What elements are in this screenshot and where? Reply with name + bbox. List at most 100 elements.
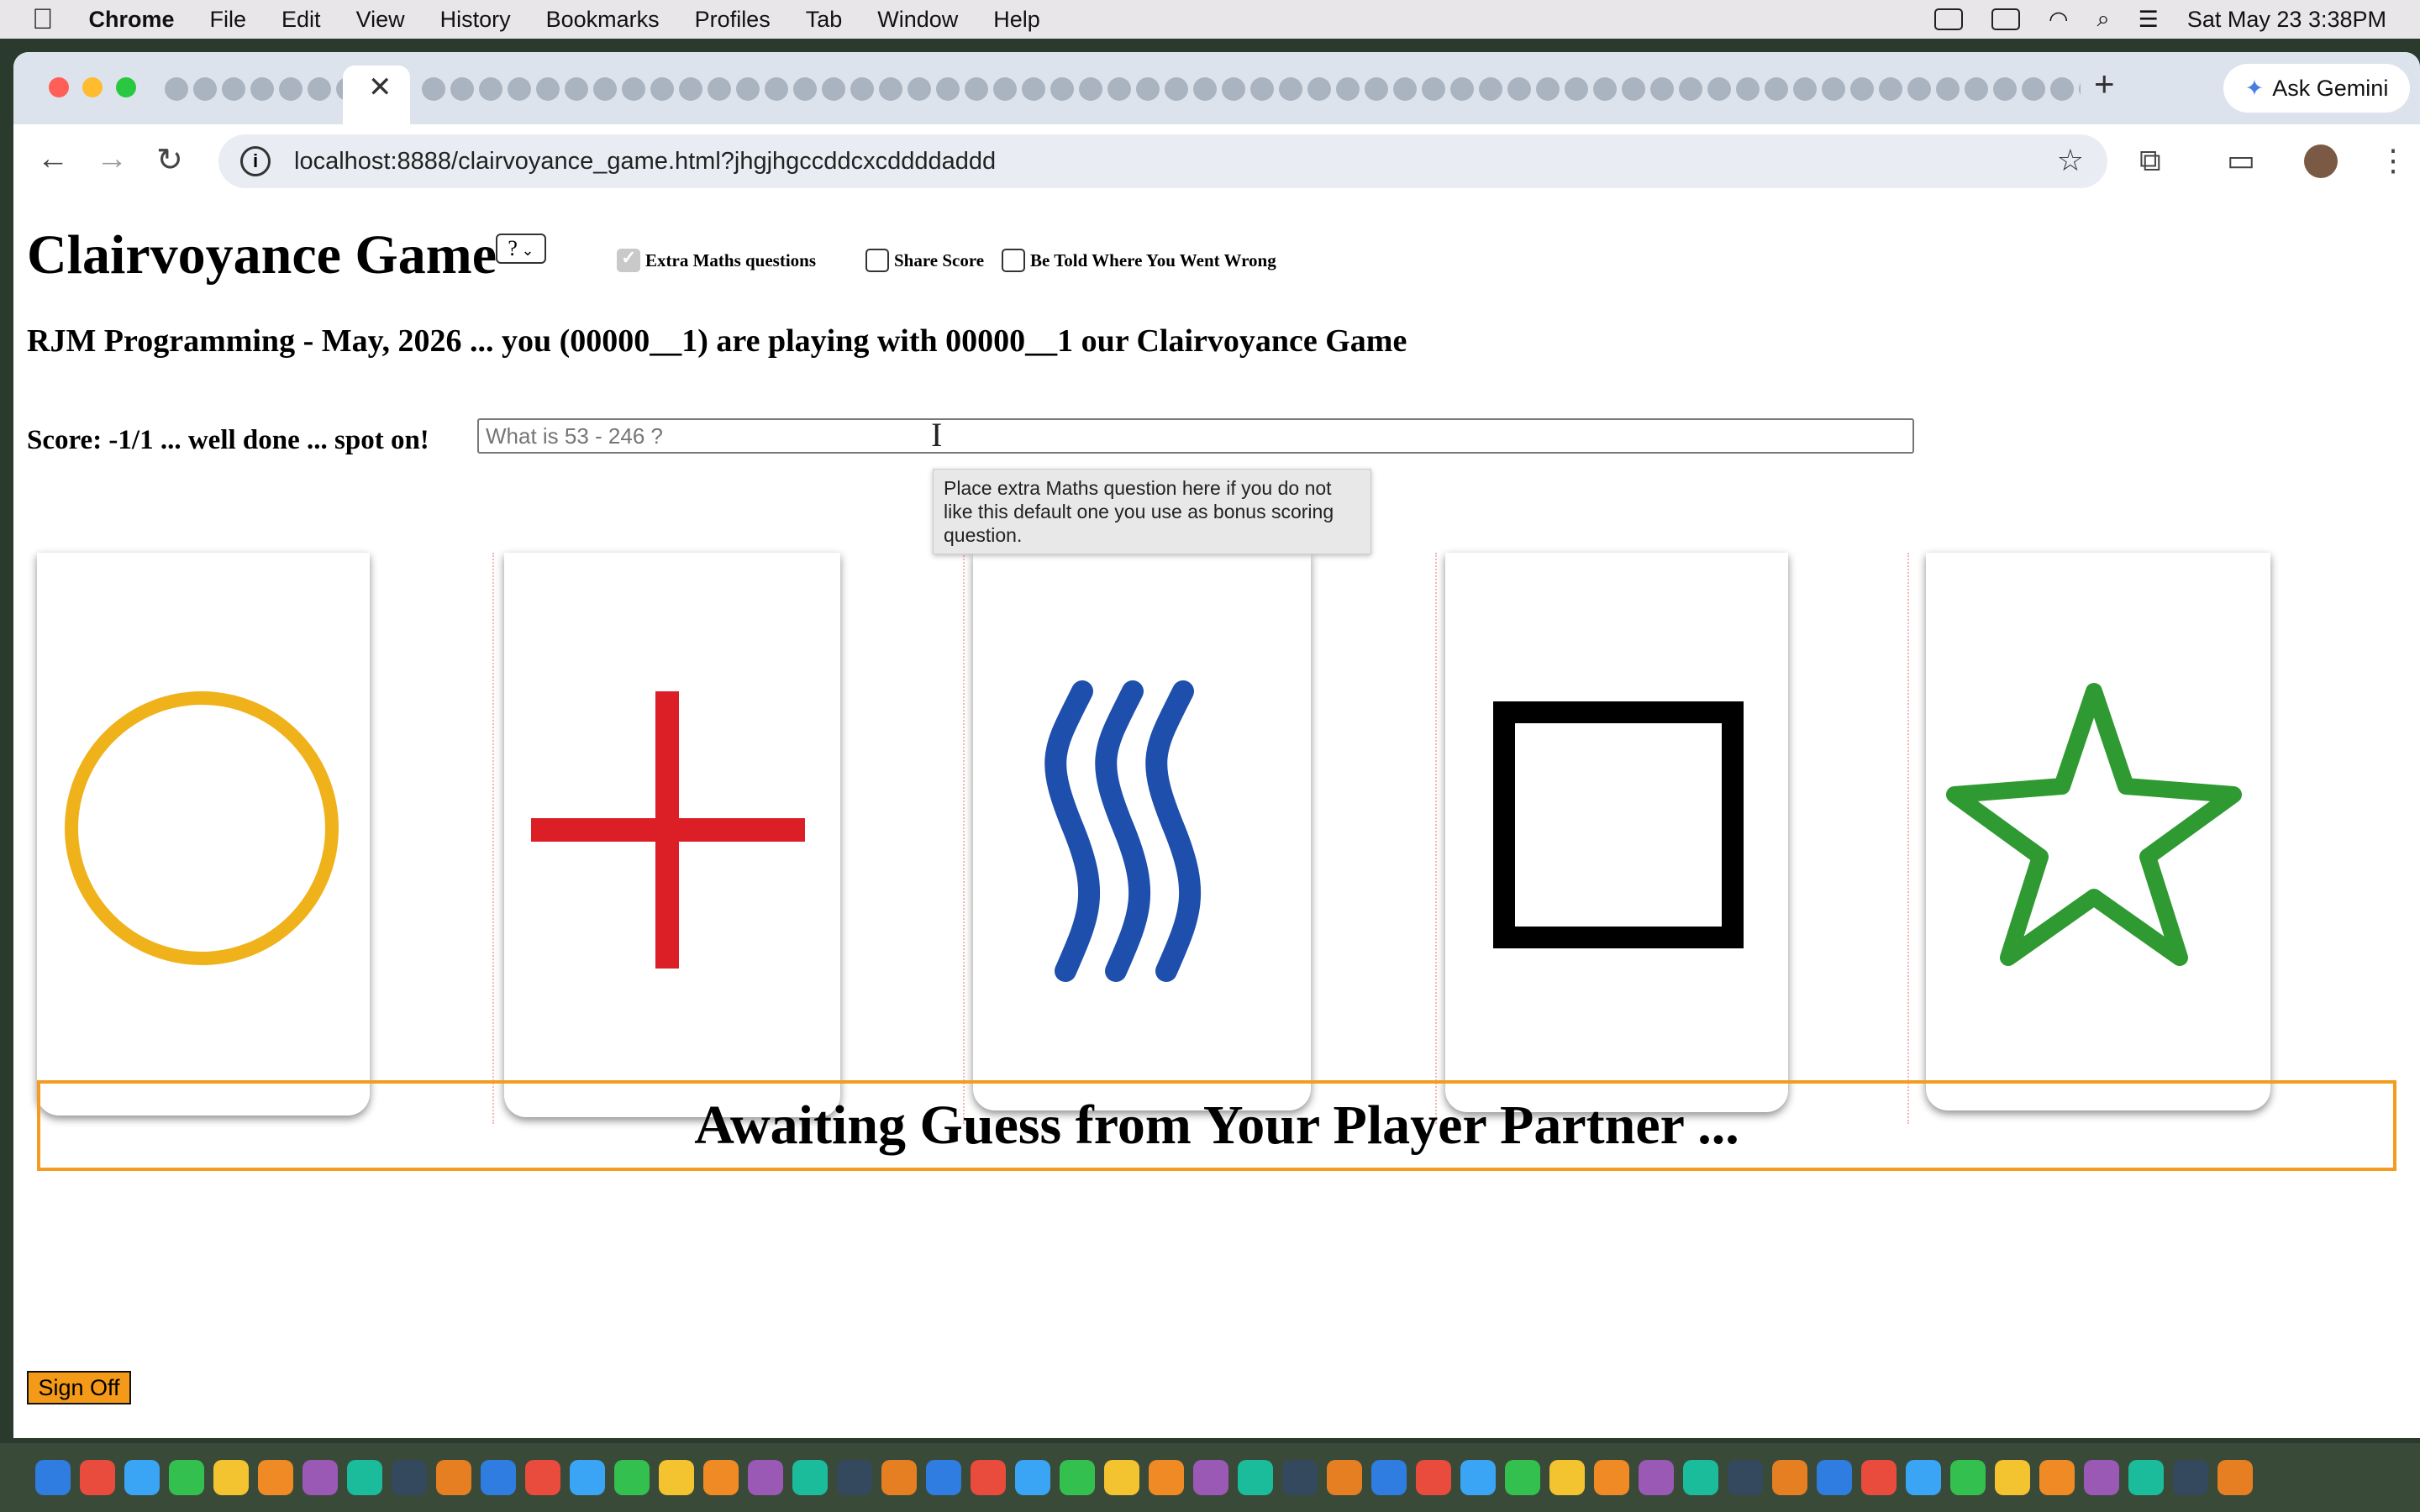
dock-app-icon[interactable] <box>525 1460 560 1495</box>
tab-favicon-icon[interactable] <box>622 77 645 101</box>
dock-app-icon[interactable] <box>837 1460 872 1495</box>
dock-app-icon[interactable] <box>258 1460 293 1495</box>
dock-app-icon[interactable] <box>35 1460 71 1495</box>
extensions-icon[interactable]: ⧉ <box>2139 143 2161 179</box>
search-icon[interactable]: ⌕ <box>2097 6 2110 33</box>
tab-favicon-icon[interactable] <box>536 77 560 101</box>
tab-favicon-icon[interactable] <box>1479 77 1502 101</box>
tab-favicon-icon[interactable] <box>822 77 845 101</box>
dock-app-icon[interactable] <box>347 1460 382 1495</box>
dock-app-icon[interactable] <box>302 1460 338 1495</box>
tab-favicon-icon[interactable] <box>965 77 988 101</box>
dock-app-icon[interactable] <box>392 1460 427 1495</box>
card-cross[interactable] <box>504 553 840 1117</box>
reload-icon[interactable]: ↻ <box>156 141 183 179</box>
dock-app-icon[interactable] <box>1861 1460 1897 1495</box>
dock-app-icon[interactable] <box>792 1460 828 1495</box>
tab-favicon-icon[interactable] <box>1707 77 1731 101</box>
tab-favicon-icon[interactable] <box>679 77 702 101</box>
bookmark-star-icon[interactable]: ☆ <box>2057 143 2084 178</box>
dock-app-icon[interactable] <box>659 1460 694 1495</box>
dock-app-icon[interactable] <box>703 1460 739 1495</box>
tab-favicon-icon[interactable] <box>1850 77 1874 101</box>
menu-view[interactable]: View <box>356 7 405 33</box>
dock-app-icon[interactable] <box>1505 1460 1540 1495</box>
dock-app-icon[interactable] <box>169 1460 204 1495</box>
tab-favicon-icon[interactable] <box>993 77 1017 101</box>
dock-app-icon[interactable] <box>1817 1460 1852 1495</box>
minimize-window-icon[interactable] <box>82 77 103 97</box>
dock-app-icon[interactable] <box>1149 1460 1184 1495</box>
address-bar[interactable]: i localhost:8888/clairvoyance_game.html?… <box>218 134 2107 188</box>
menu-help[interactable]: Help <box>993 7 1040 33</box>
card-star[interactable] <box>1926 553 2270 1110</box>
tab-favicon-icon[interactable] <box>1307 77 1331 101</box>
tab-favicon-icon[interactable] <box>1793 77 1817 101</box>
dock-app-icon[interactable] <box>80 1460 115 1495</box>
tab-favicon-icon[interactable] <box>1736 77 1760 101</box>
card-circle[interactable] <box>37 553 370 1116</box>
tab-favicon-icon[interactable] <box>1679 77 1702 101</box>
tab-favicon-icon[interactable] <box>1422 77 1445 101</box>
tab-favicon-icon[interactable] <box>1593 77 1617 101</box>
dock-app-icon[interactable] <box>926 1460 961 1495</box>
tab-favicon-icon[interactable] <box>1250 77 1274 101</box>
menu-edit[interactable]: Edit <box>281 7 321 33</box>
menu-file[interactable]: File <box>210 7 247 33</box>
dock-app-icon[interactable] <box>614 1460 650 1495</box>
dock-app-icon[interactable] <box>1906 1460 1941 1495</box>
tab-favicon-icon[interactable] <box>1507 77 1531 101</box>
tab-favicon-icon[interactable] <box>1193 77 1217 101</box>
tab-favicon-icon[interactable] <box>422 77 445 101</box>
dock-app-icon[interactable] <box>1772 1460 1807 1495</box>
menu-app-name[interactable]: Chrome <box>89 7 175 33</box>
status-extension-icon[interactable] <box>1933 8 1963 30</box>
dock-app-icon[interactable] <box>2173 1460 2208 1495</box>
tab-favicon-icon[interactable] <box>508 77 531 101</box>
tab-favicon-icon[interactable] <box>1450 77 1474 101</box>
dock-app-icon[interactable] <box>213 1460 249 1495</box>
tab-favicon-icon[interactable] <box>593 77 617 101</box>
dock-app-icon[interactable] <box>1238 1460 1273 1495</box>
share-score-option[interactable]: Share Score <box>865 249 984 272</box>
maths-question-input[interactable] <box>477 418 1914 454</box>
apple-icon[interactable]:  <box>32 3 54 36</box>
tab-favicon-icon[interactable] <box>1136 77 1160 101</box>
dock-app-icon[interactable] <box>1060 1460 1095 1495</box>
menu-history[interactable]: History <box>440 7 511 33</box>
tab-favicon-icon[interactable] <box>1565 77 1588 101</box>
menu-window[interactable]: Window <box>877 7 958 33</box>
tab-favicon-icon[interactable] <box>1279 77 1302 101</box>
dock-app-icon[interactable] <box>1683 1460 1718 1495</box>
tab-favicon-icon[interactable] <box>765 77 788 101</box>
tab-favicon-icon[interactable] <box>193 77 217 101</box>
dock-app-icon[interactable] <box>1104 1460 1139 1495</box>
wifi-icon[interactable]: ◠ <box>2049 7 2069 33</box>
be-told-option[interactable]: Be Told Where You Went Wrong <box>1002 249 1276 272</box>
dock-app-icon[interactable] <box>1416 1460 1451 1495</box>
back-icon[interactable]: ← <box>37 141 69 177</box>
control-center-icon[interactable]: ☰ <box>2139 7 2159 33</box>
tab-favicon-icon[interactable] <box>879 77 902 101</box>
ask-gemini-button[interactable]: ✦ Ask Gemini <box>2223 64 2410 113</box>
dock-app-icon[interactable] <box>481 1460 516 1495</box>
sign-off-button[interactable]: Sign Off <box>27 1371 131 1404</box>
tab-favicon-icon[interactable] <box>908 77 931 101</box>
dock-app-icon[interactable] <box>436 1460 471 1495</box>
tab-favicon-icon[interactable] <box>1622 77 1645 101</box>
tab-favicon-icon[interactable] <box>1022 77 1045 101</box>
tab-favicon-icon[interactable] <box>1050 77 1074 101</box>
tab-favicon-icon[interactable] <box>1222 77 1245 101</box>
tab-favicon-icon[interactable] <box>1079 77 1102 101</box>
tab-favicon-icon[interactable] <box>279 77 302 101</box>
dock-app-icon[interactable] <box>124 1460 160 1495</box>
dock-app-icon[interactable] <box>2084 1460 2119 1495</box>
tab-favicon-icon[interactable] <box>250 77 274 101</box>
chrome-menu-icon[interactable]: ⋮ <box>2378 143 2408 178</box>
tab-favicon-icon[interactable] <box>936 77 960 101</box>
dock-app-icon[interactable] <box>2039 1460 2075 1495</box>
forward-icon[interactable]: → <box>96 141 128 177</box>
dock-app-icon[interactable] <box>1327 1460 1362 1495</box>
tab-favicon-icon[interactable] <box>650 77 674 101</box>
tab-favicon-icon[interactable] <box>565 77 588 101</box>
